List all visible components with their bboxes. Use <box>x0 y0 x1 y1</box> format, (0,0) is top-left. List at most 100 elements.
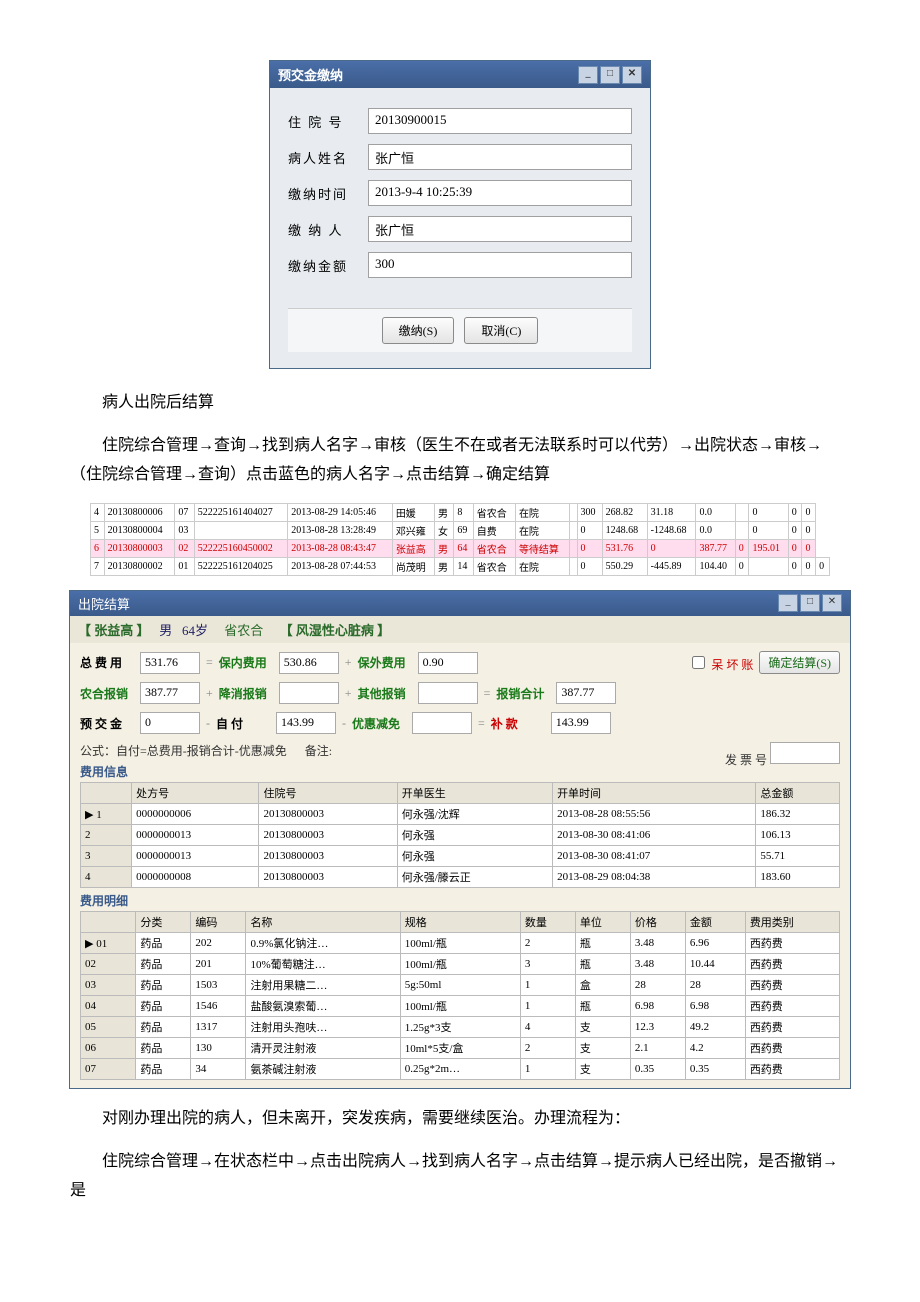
column-header: 开单医生 <box>397 783 552 804</box>
maximize-icon[interactable]: □ <box>600 66 620 84</box>
table-row[interactable]: ▶ 1000000000620130800003何永强/沈辉2013-08-28… <box>81 804 840 825</box>
cell: 1317 <box>191 1017 246 1038</box>
list-cell: 男 <box>435 540 454 558</box>
cell: 1.25g*3支 <box>400 1017 520 1038</box>
column-header: 费用类别 <box>745 912 839 933</box>
cancel-button[interactable]: 取消(C) <box>464 317 538 344</box>
cell: 2 <box>520 933 575 954</box>
total-fee-input[interactable]: 531.76 <box>140 652 200 674</box>
table-row[interactable]: 06药品130清开灵注射液10ml*5支/盒2支2.14.2西药费 <box>81 1038 840 1059</box>
discount-input[interactable] <box>412 712 472 734</box>
close-icon[interactable]: ✕ <box>822 594 842 612</box>
column-header: 开单时间 <box>553 783 756 804</box>
table-row[interactable]: 04药品1546盐酸氨溴索葡…100ml/瓶1瓶6.986.98西药费 <box>81 996 840 1017</box>
list-cell: 268.82 <box>602 504 647 522</box>
list-cell: 522225161404027 <box>194 504 288 522</box>
column-header: 处方号 <box>132 783 259 804</box>
table-row[interactable]: 05药品1317注射用头孢呋…1.25g*3支4支12.349.2西药费 <box>81 1017 840 1038</box>
outer-fee-input[interactable]: 0.90 <box>418 652 478 674</box>
cell: 西药费 <box>745 933 839 954</box>
list-cell: 4 <box>91 504 105 522</box>
submit-button[interactable]: 缴纳(S) <box>382 317 455 344</box>
cell: 0000000013 <box>132 825 259 846</box>
invoice-input[interactable] <box>770 742 840 764</box>
cell: 2013-08-30 08:41:07 <box>553 846 756 867</box>
cell: 何永强 <box>397 846 552 867</box>
minimize-icon[interactable]: _ <box>778 594 798 612</box>
cell: 12.3 <box>630 1017 685 1038</box>
surg-input[interactable] <box>279 682 339 704</box>
patient-info-bar: 【 张益高 】 男 64岁 省农合 【 风湿性心脏病 】 <box>70 616 850 643</box>
table-row[interactable]: 620130800003025222251604500022013-08-28 … <box>91 540 830 558</box>
payer-input[interactable]: 张广恒 <box>368 216 632 242</box>
dialog-titlebar: 预交金缴纳 _ □ ✕ <box>270 61 650 88</box>
nongbao-input[interactable]: 387.77 <box>140 682 200 704</box>
list-cell: 0.0 <box>696 522 735 540</box>
cell: 1503 <box>191 975 246 996</box>
list-cell: 0 <box>788 522 802 540</box>
table-row[interactable]: 02药品20110%葡萄糖注…100ml/瓶3瓶3.4810.44西药费 <box>81 954 840 975</box>
list-cell: 0 <box>788 504 802 522</box>
cell: 3.48 <box>630 954 685 975</box>
column-header: 金额 <box>685 912 745 933</box>
list-cell: 2013-08-29 14:05:46 <box>288 504 393 522</box>
cell: 186.32 <box>756 804 840 825</box>
column-header: 价格 <box>630 912 685 933</box>
cell: 注射用头孢呋… <box>246 1017 400 1038</box>
table-row[interactable]: ▶ 01药品2020.9%氯化钠注…100ml/瓶2瓶3.486.96西药费 <box>81 933 840 954</box>
pay-time-input[interactable]: 2013-9-4 10:25:39 <box>368 180 632 206</box>
bad-debt-checkbox[interactable]: 呆 坏 账 <box>688 653 753 673</box>
list-cell: 田媛 <box>392 504 434 522</box>
cell: 06 <box>81 1038 136 1059</box>
list-cell: 104.40 <box>696 558 735 576</box>
cell: 药品 <box>136 996 191 1017</box>
cell: 瓶 <box>575 996 630 1017</box>
list-cell: 0 <box>735 540 749 558</box>
minimize-icon[interactable]: _ <box>578 66 598 84</box>
deposit-input[interactable]: 0 <box>140 712 200 734</box>
cell: 氨茶碱注射液 <box>246 1059 400 1080</box>
confirm-settle-button[interactable]: 确定结算(S) <box>759 651 840 674</box>
cell: 6.98 <box>630 996 685 1017</box>
table-row[interactable]: 720130800002015222251612040252013-08-28 … <box>91 558 830 576</box>
cell: 西药费 <box>745 1059 839 1080</box>
table-row[interactable]: 07药品34氨茶碱注射液0.25g*2m…1支0.350.35西药费 <box>81 1059 840 1080</box>
list-cell <box>569 504 577 522</box>
patient-name-input[interactable]: 张广恒 <box>368 144 632 170</box>
surg-label: 降消报销 <box>219 685 273 702</box>
settlement-window: 出院结算 _ □ ✕ 【 张益高 】 男 64岁 省农合 【 风湿性心脏病 】 … <box>69 590 851 1089</box>
list-cell: 2013-08-28 07:44:53 <box>288 558 393 576</box>
cell: 支 <box>575 1059 630 1080</box>
list-cell: 1248.68 <box>602 522 647 540</box>
table-row[interactable]: 2000000001320130800003何永强2013-08-30 08:4… <box>81 825 840 846</box>
list-cell: 0.0 <box>696 504 735 522</box>
list-cell: 0 <box>647 540 696 558</box>
list-cell: 2013-08-28 13:28:49 <box>288 522 393 540</box>
maximize-icon[interactable]: □ <box>800 594 820 612</box>
fee-detail-table[interactable]: 分类编码名称规格数量单位价格金额费用类别 ▶ 01药品2020.9%氯化钠注…1… <box>80 911 840 1080</box>
cell: 6.96 <box>685 933 745 954</box>
cell: 注射用果糖二… <box>246 975 400 996</box>
column-header: 住院号 <box>259 783 397 804</box>
fee-info-table[interactable]: 处方号住院号开单医生开单时间总金额 ▶ 10000000006201308000… <box>80 782 840 888</box>
table-row[interactable]: 420130800006075222251614040272013-08-29 … <box>91 504 830 522</box>
table-row[interactable]: 4000000000820130800003何永强/滕云正2013-08-29 … <box>81 867 840 888</box>
table-row[interactable]: 520130800004032013-08-28 13:28:49邓兴雍女69自… <box>91 522 830 540</box>
list-cell: 5 <box>91 522 105 540</box>
list-cell: -445.89 <box>647 558 696 576</box>
cell: 药品 <box>136 954 191 975</box>
list-cell: 522225161204025 <box>194 558 288 576</box>
other-input[interactable] <box>418 682 478 704</box>
cell: 100ml/瓶 <box>400 996 520 1017</box>
amount-input[interactable]: 300 <box>368 252 632 278</box>
table-row[interactable]: 03药品1503注射用果糖二…5g:50ml1盒2828西药费 <box>81 975 840 996</box>
inner-fee-input[interactable]: 530.86 <box>279 652 339 674</box>
table-row[interactable]: 3000000001320130800003何永强2013-08-30 08:4… <box>81 846 840 867</box>
self-input[interactable]: 143.99 <box>276 712 336 734</box>
list-cell: 0 <box>802 540 816 558</box>
cell: 04 <box>81 996 136 1017</box>
cell: 药品 <box>136 933 191 954</box>
cell: 28 <box>685 975 745 996</box>
close-icon[interactable]: ✕ <box>622 66 642 84</box>
admission-no-input[interactable]: 20130900015 <box>368 108 632 134</box>
